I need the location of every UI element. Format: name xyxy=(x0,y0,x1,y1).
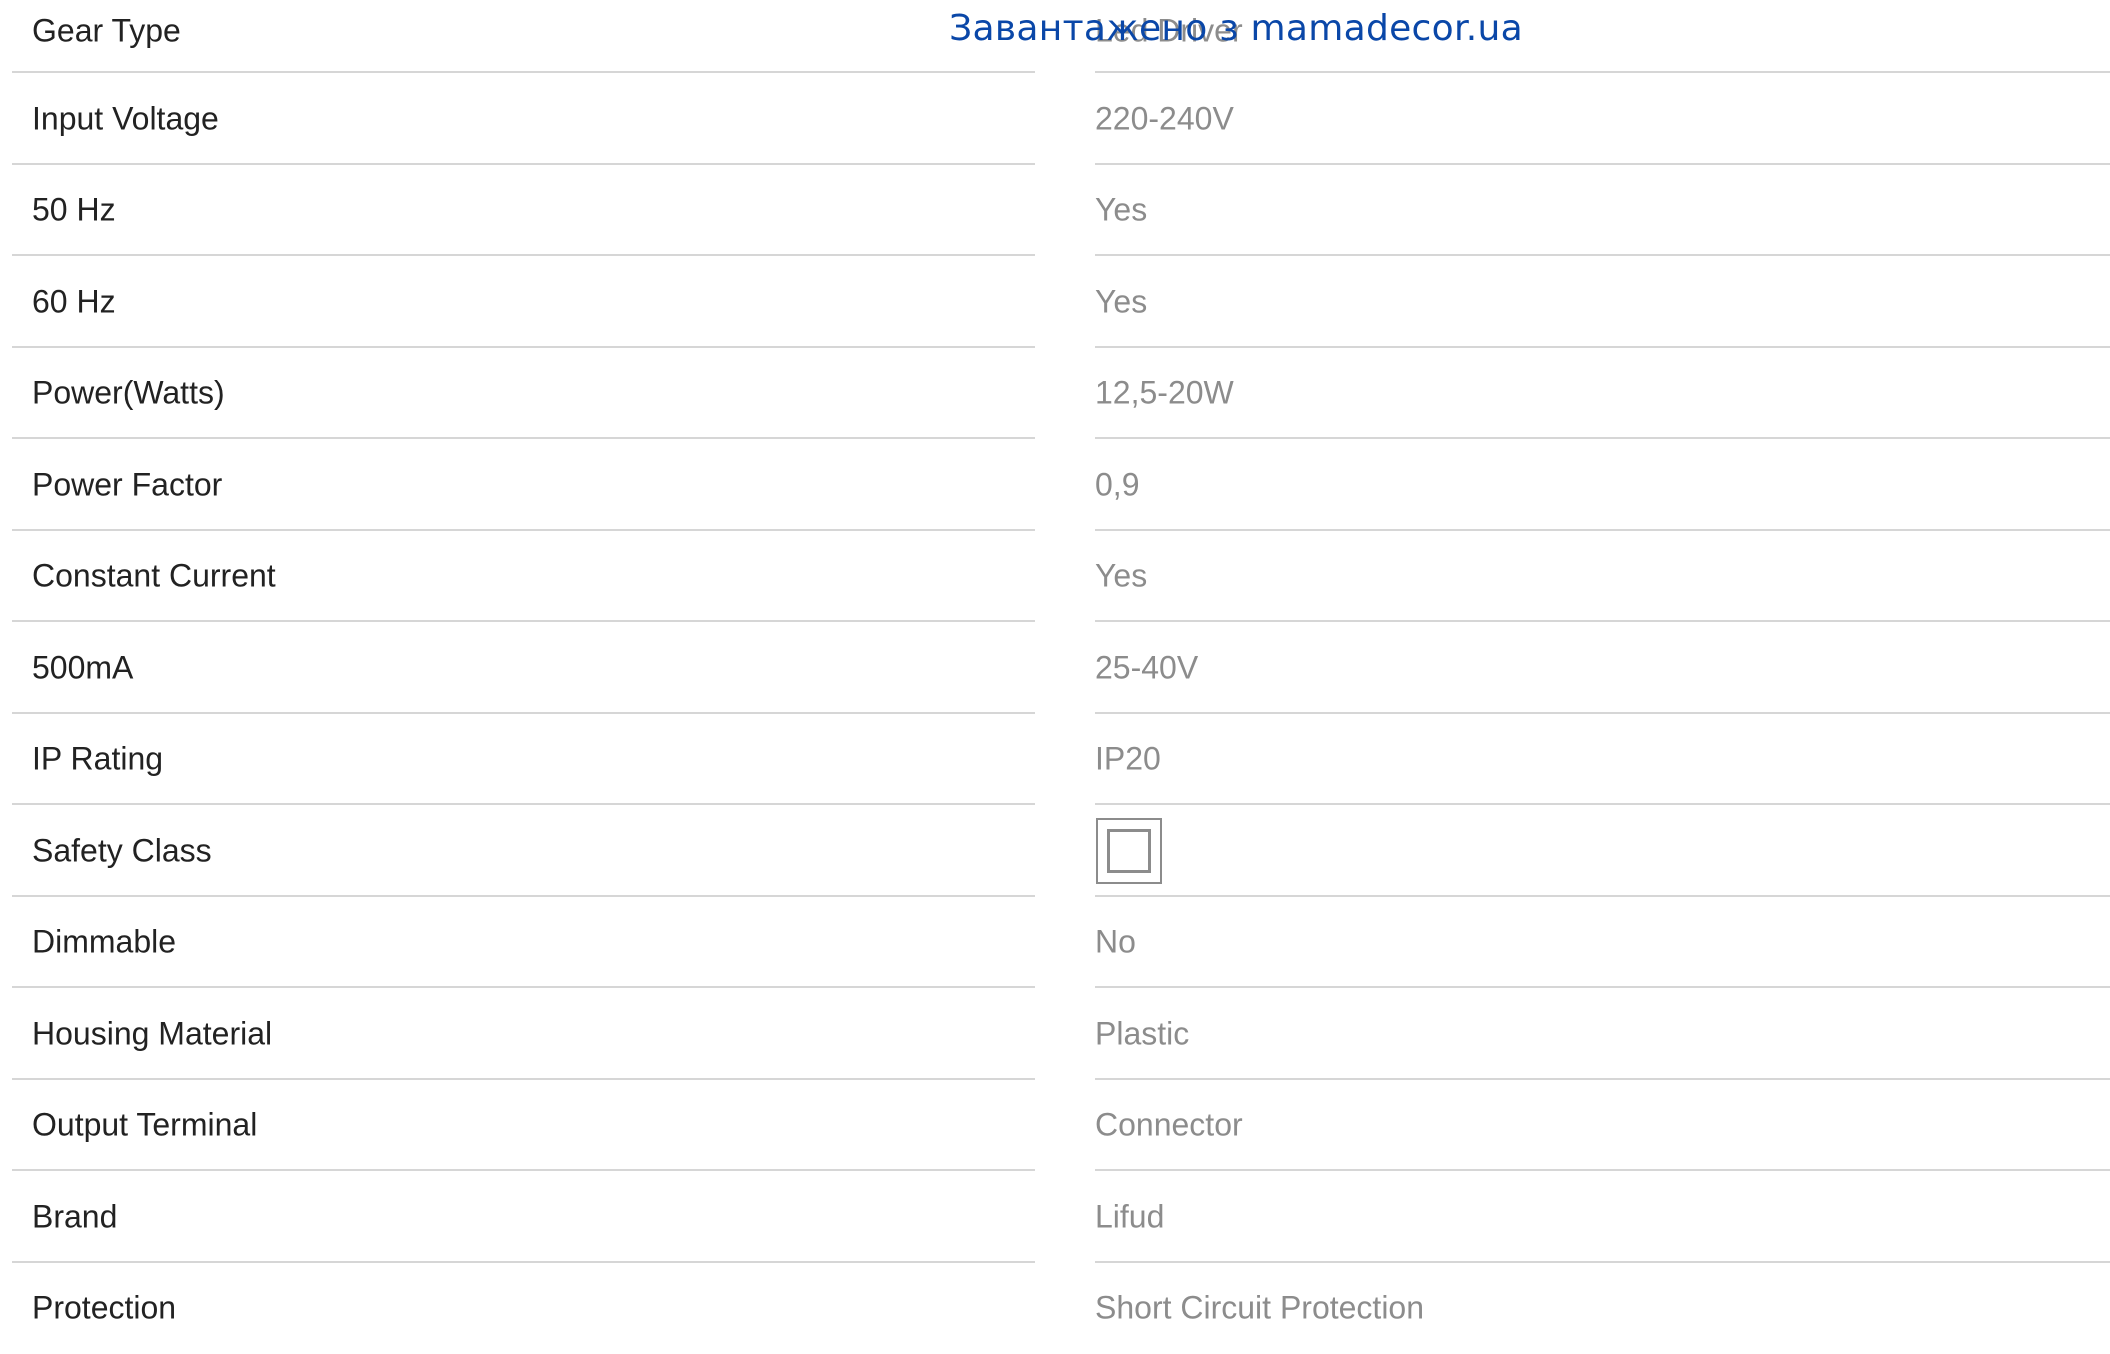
spec-label: Gear Type xyxy=(32,13,181,50)
spec-value: Yes xyxy=(1095,283,1147,320)
spec-value: 12,5-20W xyxy=(1095,375,1234,412)
spec-row-ip-rating: IP Rating IP20 xyxy=(0,714,2110,806)
spec-value: Yes xyxy=(1095,558,1147,595)
spec-value: Lifud xyxy=(1095,1198,1164,1235)
spec-label: 500mA xyxy=(32,649,133,686)
spec-value: 220-240V xyxy=(1095,100,1234,137)
spec-row-housing-material: Housing Material Plastic xyxy=(0,988,2110,1080)
spec-label: IP Rating xyxy=(32,741,163,778)
spec-row-dimmable: Dimmable No xyxy=(0,897,2110,989)
spec-label: 50 Hz xyxy=(32,192,116,229)
spec-row-500ma: 500mA 25-40V xyxy=(0,622,2110,714)
spec-label: Output Terminal xyxy=(32,1107,257,1144)
spec-label: 60 Hz xyxy=(32,283,116,320)
spec-value: Short Circuit Protection xyxy=(1095,1290,1424,1327)
spec-row-brand: Brand Lifud xyxy=(0,1171,2110,1263)
spec-row-constant-current: Constant Current Yes xyxy=(0,531,2110,623)
spec-label: Power(Watts) xyxy=(32,375,225,412)
spec-row-60hz: 60 Hz Yes xyxy=(0,256,2110,348)
spec-row-power-watts: Power(Watts) 12,5-20W xyxy=(0,348,2110,440)
spec-label: Power Factor xyxy=(32,466,222,503)
spec-label: Housing Material xyxy=(32,1015,272,1052)
spec-value: No xyxy=(1095,924,1136,961)
spec-label: Brand xyxy=(32,1198,117,1235)
class-ii-inner-square xyxy=(1107,829,1151,873)
spec-value: 25-40V xyxy=(1095,649,1198,686)
spec-value: 0,9 xyxy=(1095,466,1139,503)
class-ii-double-square-icon xyxy=(1096,818,1162,884)
spec-label: Dimmable xyxy=(32,924,176,961)
spec-row-safety-class: Safety Class xyxy=(0,805,2110,897)
spec-label: Protection xyxy=(32,1290,176,1327)
spec-value: IP20 xyxy=(1095,741,1161,778)
watermark-text: Завантажено з mamadecor.ua xyxy=(949,8,1523,49)
spec-table: Gear Type Led Driver Input Voltage 220-2… xyxy=(0,0,2110,1354)
spec-row-output-terminal: Output Terminal Connector xyxy=(0,1080,2110,1172)
spec-value: Plastic xyxy=(1095,1015,1189,1052)
spec-label: Safety Class xyxy=(32,832,212,869)
spec-row-input-voltage: Input Voltage 220-240V xyxy=(0,73,2110,165)
spec-row-power-factor: Power Factor 0,9 xyxy=(0,439,2110,531)
spec-value: Connector xyxy=(1095,1107,1243,1144)
spec-label: Constant Current xyxy=(32,558,276,595)
spec-row-protection: Protection Short Circuit Protection xyxy=(0,1263,2110,1354)
spec-value: Yes xyxy=(1095,192,1147,229)
spec-row-50hz: 50 Hz Yes xyxy=(0,165,2110,257)
spec-label: Input Voltage xyxy=(32,100,219,137)
